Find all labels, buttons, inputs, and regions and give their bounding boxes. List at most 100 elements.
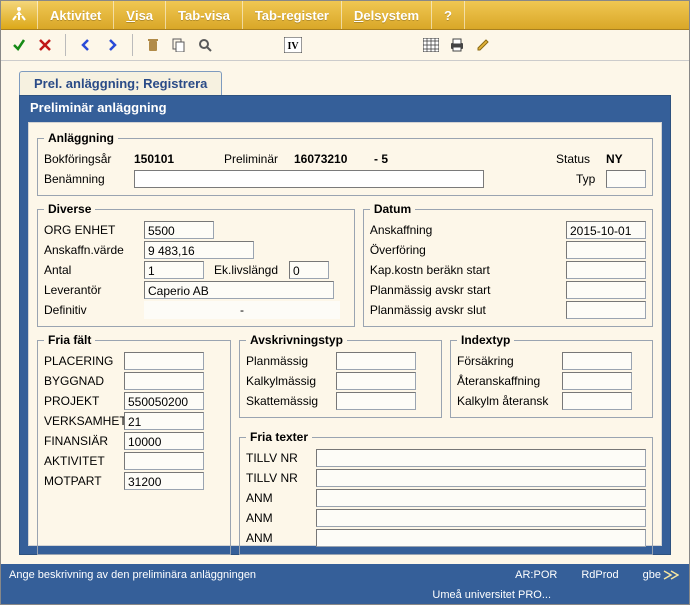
val-anm-1[interactable] [316, 489, 646, 507]
group-fria-texter: Fria texter TILLV NR TILLV NR ANM ANM AN… [239, 430, 653, 555]
lbl-skattemassig: Skattemässig [246, 394, 336, 408]
lbl-status: Status [556, 152, 606, 166]
menu-aktivitet[interactable]: Aktivitet [38, 1, 114, 29]
val-overforing[interactable] [566, 241, 646, 259]
delete-icon[interactable] [141, 33, 165, 57]
lbl-bokforingsar: Bokföringsår [44, 152, 134, 166]
legend-indextyp: Indextyp [457, 333, 514, 347]
val-anm-2[interactable] [316, 509, 646, 527]
val-motpart[interactable]: 31200 [124, 472, 204, 490]
menu-delsystem[interactable]: Delsystem [342, 1, 432, 29]
val-verksamhet[interactable]: 21 [124, 412, 204, 430]
lbl-preliminar: Preliminär [224, 152, 294, 166]
print-icon[interactable] [445, 33, 469, 57]
legend-anlaggning: Anläggning [44, 131, 118, 145]
lbl-planmassig: Planmässig [246, 354, 336, 368]
val-typ [606, 170, 646, 188]
edit-pencil-icon[interactable] [471, 33, 495, 57]
val-aktivitet[interactable] [124, 452, 204, 470]
group-diverse: Diverse ORG ENHET5500 Anskaffn.värde9 48… [37, 202, 355, 327]
ok-icon[interactable] [7, 33, 31, 57]
group-datum: Datum Anskaffning2015-10-01 Överföring K… [363, 202, 653, 327]
lbl-kalkylmassig: Kalkylmässig [246, 374, 336, 388]
lbl-verksamhet: VERKSAMHET [44, 414, 124, 428]
val-kap-start[interactable] [566, 261, 646, 279]
val-anskaffn-varde[interactable]: 9 483,16 [144, 241, 254, 259]
val-org-enhet[interactable]: 5500 [144, 221, 214, 239]
menu-tab-visa[interactable]: Tab-visa [166, 1, 243, 29]
val-plan-slut[interactable] [566, 301, 646, 319]
lbl-typ: Typ [576, 172, 606, 186]
val-antal[interactable]: 1 [144, 261, 204, 279]
lbl-kap-start: Kap.kostn beräkn start [370, 263, 520, 277]
status-bar: Ange beskrivning av den preliminära anlä… [1, 564, 689, 586]
val-byggnad[interactable] [124, 372, 204, 390]
lbl-overforing: Överföring [370, 243, 520, 257]
val-plan-start[interactable] [566, 281, 646, 299]
menu-visa[interactable]: Visa [114, 1, 166, 29]
val-kalkylm-ateransk[interactable] [562, 392, 632, 410]
lbl-anm-3: ANM [246, 531, 316, 545]
lbl-tillv-nr-1: TILLV NR [246, 451, 316, 465]
status-slot2: RdProd [581, 569, 618, 581]
lbl-tillv-nr-2: TILLV NR [246, 471, 316, 485]
lbl-plan-start: Planmässig avskr start [370, 283, 520, 297]
group-avskrivningstyp: Avskrivningstyp Planmässig Kalkylmässig … [239, 333, 442, 418]
val-ateranskaffning[interactable] [562, 372, 632, 390]
tab-prel-anlaggning[interactable]: Prel. anläggning; Registrera [19, 71, 222, 95]
val-tillv-nr-2[interactable] [316, 469, 646, 487]
val-status: NY [606, 152, 646, 166]
val-anm-3[interactable] [316, 529, 646, 547]
svg-text:IV: IV [287, 41, 299, 52]
input-benamning[interactable] [134, 170, 484, 188]
val-bokforingsar: 150101 [134, 152, 224, 166]
lbl-ateranskaffning: Återanskaffning [457, 374, 562, 388]
menu-help[interactable]: ? [432, 1, 465, 29]
legend-diverse: Diverse [44, 202, 95, 216]
val-kalkylmassig[interactable] [336, 372, 416, 390]
val-anskaffning[interactable]: 2015-10-01 [566, 221, 646, 239]
val-placering[interactable] [124, 352, 204, 370]
val-finansiar[interactable]: 10000 [124, 432, 204, 450]
status-message: Ange beskrivning av den preliminära anlä… [9, 569, 256, 581]
legend-datum: Datum [370, 202, 415, 216]
grid-icon[interactable] [419, 33, 443, 57]
tab-strip: Prel. anläggning; Registrera [19, 67, 689, 95]
status-slot3: gbe [643, 569, 661, 581]
lbl-anm-2: ANM [246, 511, 316, 525]
val-ek-livslangd[interactable]: 0 [289, 261, 329, 279]
menubar: Aktivitet Visa Tab-visa Tab-register Del… [1, 1, 689, 30]
lbl-anskaffn-varde: Anskaffn.värde [44, 243, 144, 257]
val-tillv-nr-1[interactable] [316, 449, 646, 467]
app-runner-icon [1, 1, 38, 29]
val-skattemassig[interactable] [336, 392, 416, 410]
val-preliminar: 16073210 [294, 152, 374, 166]
lbl-leverantor: Leverantör [44, 283, 144, 297]
nav-back-icon[interactable] [74, 33, 98, 57]
info-iv-icon[interactable]: IV [281, 33, 305, 57]
val-forsakring[interactable] [562, 352, 632, 370]
lbl-anm-1: ANM [246, 491, 316, 505]
lbl-definitiv: Definitiv [44, 303, 144, 317]
val-definitiv: - [144, 301, 340, 319]
lbl-plan-slut: Planmässig avskr slut [370, 303, 520, 317]
form-panel: Preliminär anläggning Anläggning Bokföri… [19, 95, 671, 555]
status-bar-line2: Umeå universitet PRO... [1, 586, 689, 604]
menu-tab-register[interactable]: Tab-register [243, 1, 342, 29]
val-leverantor[interactable]: Caperio AB [144, 281, 334, 299]
cancel-icon[interactable] [33, 33, 57, 57]
group-indextyp: Indextyp Försäkring Återanskaffning Kalk… [450, 333, 653, 418]
status-slot4: Umeå universitet PRO... [432, 589, 551, 601]
group-fria-falt: Fria fält PLACERING BYGGNAD PROJEKT55005… [37, 333, 231, 555]
search-icon[interactable] [193, 33, 217, 57]
lbl-placering: PLACERING [44, 354, 124, 368]
legend-fria-texter: Fria texter [246, 430, 312, 444]
status-chevron-icon[interactable] [661, 570, 681, 580]
copy-icon[interactable] [167, 33, 191, 57]
val-projekt[interactable]: 550050200 [124, 392, 204, 410]
lbl-antal: Antal [44, 263, 144, 277]
toolbar: IV [1, 30, 689, 61]
nav-forward-icon[interactable] [100, 33, 124, 57]
legend-fria-falt: Fria fält [44, 333, 95, 347]
val-planmassig[interactable] [336, 352, 416, 370]
